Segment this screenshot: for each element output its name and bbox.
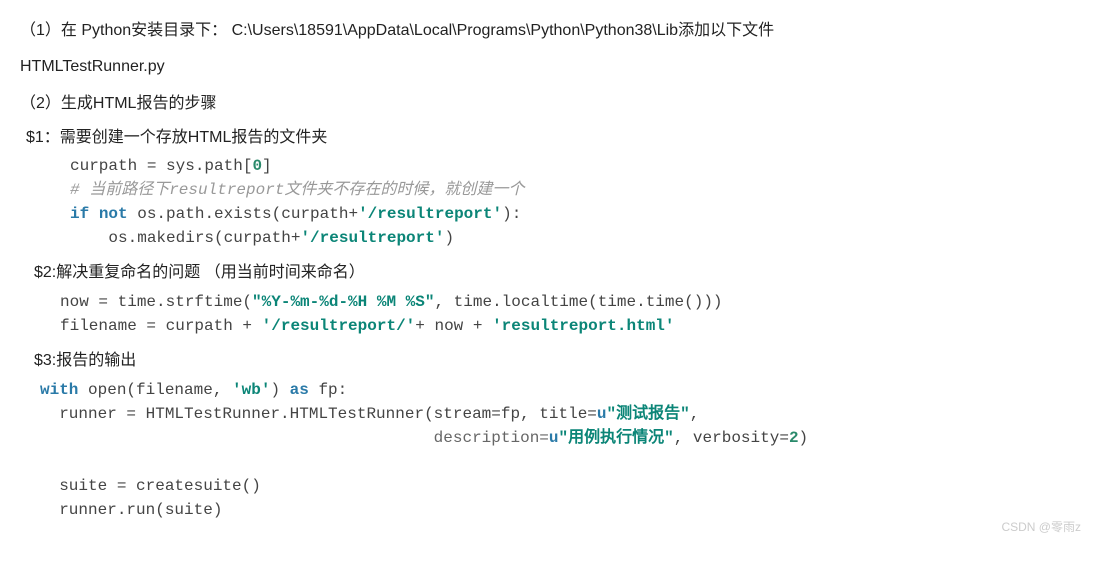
step2-code: now = time.strftime("%Y-%m-%d-%H %M %S",… bbox=[20, 290, 1079, 338]
section2-heading: （2）生成HTML报告的步骤 bbox=[20, 91, 1079, 117]
watermark: CSDN @零雨z bbox=[1001, 518, 1081, 537]
step1-label: $1：需要创建一个存放HTML报告的文件夹 bbox=[26, 125, 1079, 151]
section1-intro: （1）在 Python安装目录下： C:\Users\18591\AppData… bbox=[20, 18, 1079, 44]
step1-code: curpath = sys.path[0] # 当前路径下resultrepor… bbox=[20, 154, 1079, 250]
step3-code: with open(filename, 'wb') as fp: runner … bbox=[20, 378, 1079, 522]
step2-label: $2:解决重复命名的问题 （用当前时间来命名） bbox=[34, 260, 1079, 286]
step3-label: $3:报告的输出 bbox=[34, 348, 1079, 374]
section1-filename: HTMLTestRunner.py bbox=[20, 54, 1079, 80]
